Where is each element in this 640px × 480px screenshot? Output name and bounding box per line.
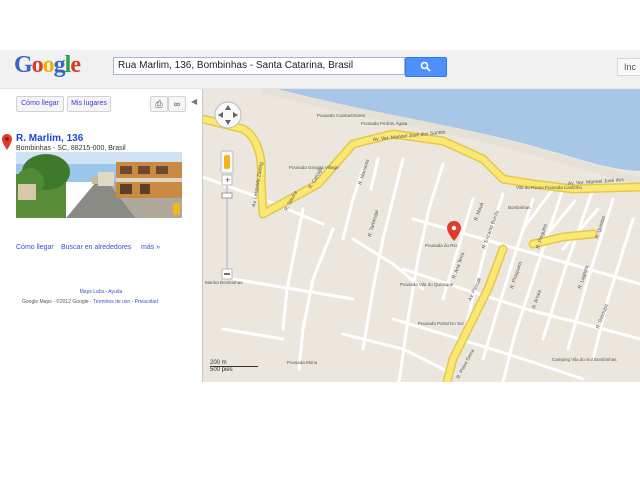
my-places-button[interactable]: Mis lugares: [67, 96, 111, 112]
scale-bar: 200 m 500 pies: [210, 360, 258, 373]
print-icon[interactable]: ⎙: [150, 96, 168, 112]
poi-label: Camping Vila do Sol Bombinhas: [552, 357, 617, 362]
google-logo[interactable]: Google: [14, 52, 81, 79]
street-view-thumbnail[interactable]: [16, 152, 182, 218]
footer-links[interactable]: Maps Labs - Ayuda: [0, 289, 202, 295]
place-address: Bombinhas - SC, 88215-000, Brasil: [16, 145, 126, 152]
search-input[interactable]: [113, 57, 405, 75]
directions-link[interactable]: Cómo llegar: [16, 244, 54, 251]
poi-label: Pousada Caiobasmares: [317, 113, 366, 118]
link-icon[interactable]: ∞: [168, 96, 186, 112]
directions-button[interactable]: Cómo llegar: [16, 96, 64, 112]
poi-label: Pousada Portal Do Sol: [418, 321, 464, 326]
terms-link[interactable]: Términos de uso: [93, 299, 130, 305]
collapse-panel-icon[interactable]: ◀: [191, 97, 197, 106]
sign-in-button[interactable]: Inc: [617, 58, 640, 76]
poi-label: Pousada do Rio: [425, 243, 458, 248]
svg-text:+: +: [225, 175, 230, 185]
zoom-slider-handle: [221, 192, 233, 199]
poi-label: Bombinhas: [508, 205, 531, 210]
poi-label: Pousada Morio: [287, 360, 318, 365]
search-button[interactable]: [405, 57, 447, 77]
pegman-icon: [173, 203, 180, 215]
map-pin-icon: [2, 134, 12, 150]
poi-label: Pousada Vila do Quiosque: [400, 282, 454, 287]
pegman-icon: [224, 155, 230, 169]
search-icon: [420, 61, 431, 72]
search-nearby-link[interactable]: Buscar en alrededores: [61, 244, 131, 251]
more-link[interactable]: más »: [141, 244, 160, 251]
privacy-link[interactable]: Privacidad: [135, 299, 158, 305]
poi-label: Marina Bombinhas: [205, 280, 243, 285]
poi-label: Pousada Pedras Ágata: [361, 120, 408, 126]
poi-label: Pousada Geogas Village: [289, 165, 339, 170]
poi-label: Vila do Pouso Pousada Cantinho: [516, 185, 582, 190]
footer-copyright: Google Maps - ©2012 Google - Términos de…: [22, 299, 158, 305]
pan-control[interactable]: [214, 101, 242, 129]
map-canvas[interactable]: Av. Ver. Manoel José dos Santos Av. Ver.…: [203, 89, 640, 382]
place-title[interactable]: R. Marlim, 136: [16, 133, 83, 144]
